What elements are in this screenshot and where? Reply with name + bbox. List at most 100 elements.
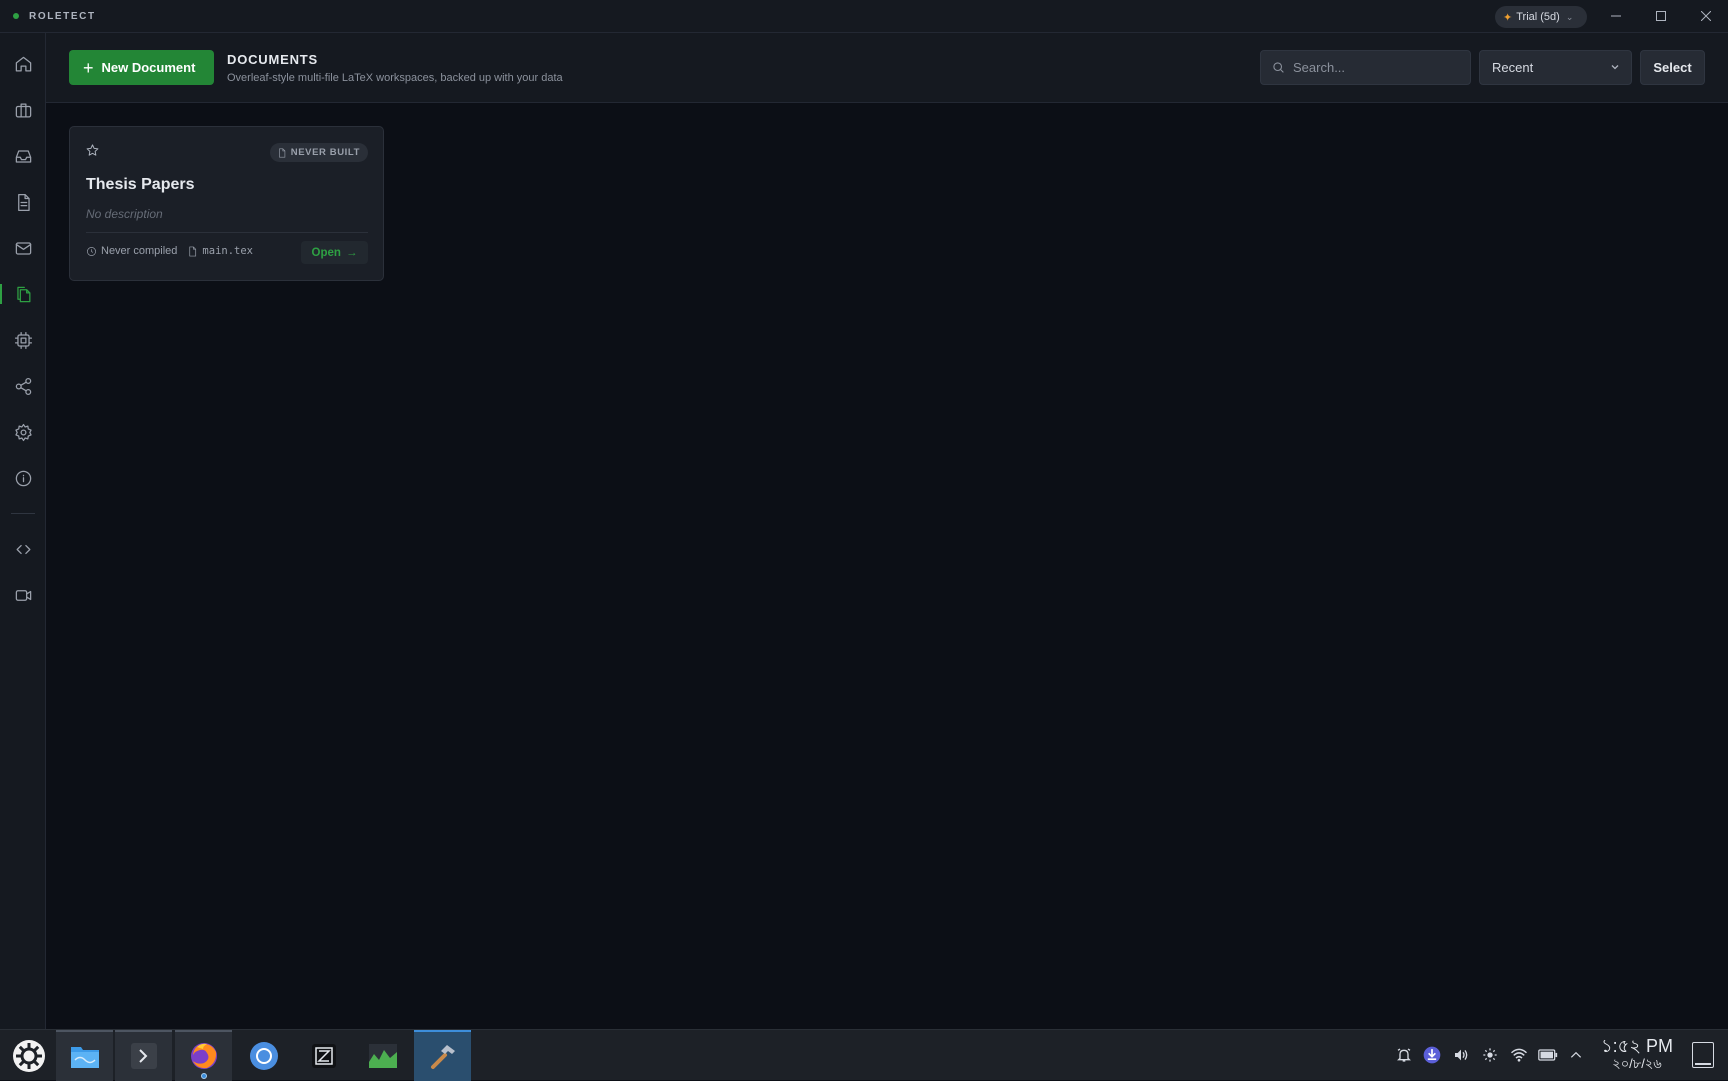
taskbar-clock[interactable]: ১:৫২ PM ২০/৮/২৬ (1598, 1036, 1676, 1072)
file-icon (278, 148, 285, 157)
document-meta: Never compiled main.tex (86, 245, 253, 257)
sidebar-item-documents[interactable] (0, 274, 46, 314)
hammer-icon (430, 1044, 455, 1069)
show-desktop-button[interactable] (1692, 1042, 1714, 1068)
maximize-icon (1656, 11, 1666, 21)
sparkle-icon: ✦ (1503, 11, 1513, 24)
tray-notifications[interactable] (1394, 1045, 1414, 1065)
document-card[interactable]: NEVER BUILT Thesis Papers No description… (69, 126, 384, 281)
sort-select[interactable]: Recent (1479, 50, 1632, 85)
title-bar: ROLETECT ✦ Trial (5d) ⌄ (0, 0, 1728, 33)
sidebar-divider (11, 513, 35, 514)
cpu-icon (14, 331, 32, 349)
chevron-down-icon (1611, 65, 1619, 70)
taskbar-chromium[interactable] (235, 1030, 292, 1081)
status-dot-icon (13, 13, 19, 19)
active-indicator-icon (201, 1073, 207, 1079)
document-title: Thesis Papers (86, 176, 195, 193)
page-subtitle: Overleaf-style multi-file LaTeX workspac… (227, 72, 563, 84)
build-status-label: NEVER BUILT (290, 147, 360, 158)
info-icon (15, 470, 31, 486)
gear-icon (14, 423, 32, 441)
sidebar-item-info[interactable] (0, 458, 46, 498)
taskbar-build-tool[interactable] (414, 1030, 471, 1081)
tray-expand[interactable] (1566, 1045, 1586, 1065)
sun-icon (1483, 1048, 1497, 1062)
tray-brightness[interactable] (1480, 1045, 1500, 1065)
video-icon (15, 589, 31, 601)
sidebar-item-file[interactable] (0, 182, 46, 222)
star-icon (86, 144, 99, 156)
chevron-down-icon: ⌄ (1565, 11, 1574, 22)
sort-value: Recent (1492, 60, 1534, 75)
new-document-button[interactable]: + New Document (69, 50, 214, 85)
compile-status: Never compiled (101, 245, 178, 257)
file-icon (189, 246, 197, 256)
build-status-badge: NEVER BUILT (269, 143, 368, 162)
battery-icon (1538, 1049, 1558, 1061)
start-menu-button[interactable] (0, 1030, 57, 1081)
sidebar-item-settings[interactable] (0, 412, 46, 452)
home-icon (15, 56, 31, 71)
clock-time: ১:৫২ PM (1600, 1036, 1674, 1056)
sidebar-item-chip[interactable] (0, 320, 46, 360)
folder-icon (70, 1046, 99, 1068)
sidebar-item-code[interactable] (0, 529, 46, 569)
plus-icon: + (83, 57, 94, 78)
sidebar-item-mail[interactable] (0, 228, 46, 268)
terminal-icon (130, 1042, 157, 1069)
maximize-button[interactable] (1639, 0, 1683, 32)
file-text-icon (17, 193, 30, 211)
sidebar-item-share[interactable] (0, 366, 46, 406)
search-input[interactable] (1293, 60, 1463, 75)
clock-date: ২০/৮/২৬ (1612, 1056, 1662, 1071)
wifi-icon (1510, 1048, 1528, 1062)
tray-updates[interactable] (1422, 1045, 1442, 1065)
page-title: DOCUMENTS (227, 52, 318, 67)
minimize-icon (1611, 15, 1621, 17)
select-button[interactable]: Select (1640, 50, 1705, 85)
close-button[interactable] (1684, 0, 1728, 32)
favorite-button[interactable] (85, 143, 100, 163)
taskbar-system-monitor[interactable] (354, 1030, 411, 1081)
sidebar-item-video[interactable] (0, 575, 46, 615)
main-file-name: main.tex (202, 245, 253, 257)
search-icon (1273, 62, 1284, 73)
mail-icon (15, 241, 31, 255)
zed-editor-icon (311, 1043, 336, 1068)
sidebar-item-briefcase[interactable] (0, 90, 46, 130)
taskbar-firefox[interactable] (175, 1030, 232, 1081)
close-icon (1701, 11, 1711, 21)
tray-volume[interactable] (1451, 1045, 1471, 1065)
new-document-label: New Document (101, 60, 196, 75)
taskbar-zed[interactable] (295, 1030, 352, 1081)
document-description: No description (86, 207, 163, 221)
app-launcher-icon (12, 1039, 45, 1072)
trial-label: Trial (5d) (1516, 11, 1560, 23)
bell-icon (1397, 1048, 1411, 1062)
open-label: Open (311, 246, 341, 259)
chromium-icon (249, 1041, 278, 1070)
open-document-button[interactable]: Open → (301, 241, 368, 264)
minimize-button[interactable] (1594, 0, 1638, 32)
trial-badge[interactable]: ✦ Trial (5d) ⌄ (1495, 6, 1587, 28)
arrow-right-icon: → (345, 246, 358, 259)
firefox-icon (190, 1042, 217, 1069)
taskbar: ১:৫২ PM ২০/৮/২৬ (0, 1029, 1728, 1081)
system-monitor-icon (368, 1043, 397, 1068)
app-name: ROLETECT (29, 10, 96, 22)
sidebar (0, 33, 46, 1029)
taskbar-terminal[interactable] (115, 1030, 172, 1081)
search-box (1260, 50, 1471, 85)
share-icon (15, 377, 31, 395)
sidebar-item-inbox[interactable] (0, 136, 46, 176)
briefcase-icon (15, 103, 31, 117)
code-icon (16, 544, 30, 554)
taskbar-files[interactable] (56, 1030, 113, 1081)
clock-icon (87, 246, 96, 256)
tray-battery[interactable] (1538, 1045, 1558, 1065)
chevron-up-icon (1570, 1051, 1582, 1058)
speaker-icon (1455, 1049, 1468, 1061)
sidebar-item-home[interactable] (0, 44, 46, 84)
tray-wifi[interactable] (1509, 1045, 1529, 1065)
